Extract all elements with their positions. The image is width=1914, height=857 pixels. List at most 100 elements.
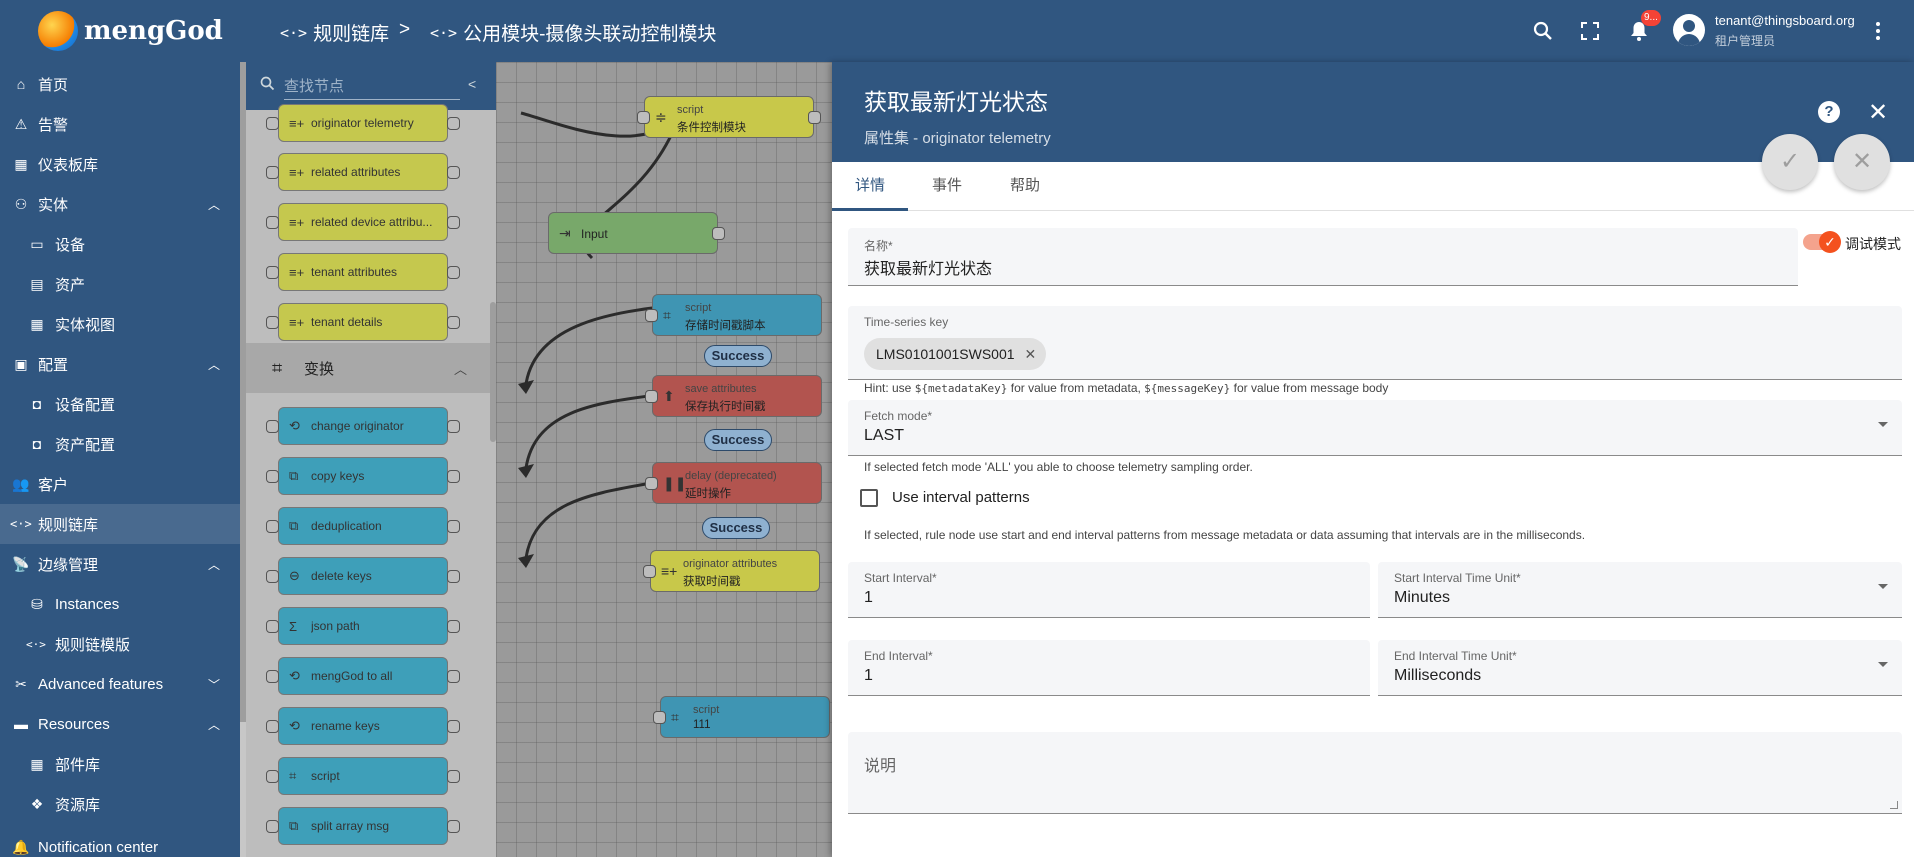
node-port[interactable] xyxy=(645,390,658,403)
node-port[interactable] xyxy=(645,309,658,322)
library-node[interactable]: ⊖ delete keys xyxy=(266,557,460,595)
sidebar-item-devices[interactable]: ▭ 设备 xyxy=(0,224,240,264)
sidebar-item-notification-center[interactable]: 🔔 Notification center xyxy=(0,827,240,857)
name-field[interactable]: 名称* 获取最新灯光状态 xyxy=(848,228,1798,286)
sidebar-item-customers[interactable]: 👥 客户 xyxy=(0,464,240,504)
node-port[interactable] xyxy=(447,770,460,783)
node-port[interactable] xyxy=(266,670,279,683)
library-node[interactable]: ≡+ related device attribu... xyxy=(266,203,460,241)
library-node[interactable]: ≡+ originator telemetry xyxy=(266,104,460,142)
canvas-node[interactable]: ⌗ script 存储时间戳脚本 xyxy=(645,294,822,336)
end-interval-input[interactable]: 1 xyxy=(864,667,873,685)
node-port[interactable] xyxy=(266,520,279,533)
tab-events[interactable]: 事件 xyxy=(908,162,986,210)
search-icon[interactable] xyxy=(1530,18,1556,44)
timeseries-key-field[interactable]: Time-series key LMS0101001SWS001 ✕ xyxy=(848,306,1902,380)
chip-remove-icon[interactable]: ✕ xyxy=(1025,346,1037,363)
library-node[interactable]: ⌗ script xyxy=(266,757,460,795)
node-port[interactable] xyxy=(447,820,460,833)
start-interval-input[interactable]: 1 xyxy=(864,589,873,607)
node-search-input[interactable] xyxy=(284,74,460,100)
canvas-node[interactable]: ≑ script 条件控制模块 xyxy=(637,96,821,138)
node-port[interactable] xyxy=(266,470,279,483)
canvas-node[interactable]: ≡+ originator attributes 获取时间戳 xyxy=(643,550,820,592)
tab-details[interactable]: 详情 xyxy=(832,162,908,210)
description-textarea[interactable]: 说明 xyxy=(848,732,1902,814)
node-port[interactable] xyxy=(645,477,658,490)
link-label-success[interactable]: Success xyxy=(702,517,770,539)
node-port[interactable] xyxy=(447,316,460,329)
library-node[interactable]: ≡+ tenant details xyxy=(266,303,460,341)
canvas-node[interactable]: ⌗ script 111 xyxy=(653,696,830,738)
sidebar-item-widgets-library[interactable]: ▦ 部件库 xyxy=(0,744,240,784)
node-port[interactable] xyxy=(447,420,460,433)
node-port[interactable] xyxy=(637,111,650,124)
link-label-success[interactable]: Success xyxy=(704,345,772,367)
library-node[interactable]: ⧉ copy keys xyxy=(266,457,460,495)
chevron-left-icon[interactable]: < xyxy=(468,76,476,92)
sidebar-item-alarms[interactable]: ⚠ 告警 xyxy=(0,104,240,144)
more-vert-icon[interactable] xyxy=(1868,18,1888,44)
node-port[interactable] xyxy=(447,670,460,683)
sidebar-item-rule-chain-templates[interactable]: <·> 规则链模版 xyxy=(0,624,240,664)
node-port[interactable] xyxy=(447,216,460,229)
library-node[interactable]: ⧉ deduplication xyxy=(266,507,460,545)
sidebar-item-home[interactable]: ⌂ 首页 xyxy=(0,64,240,104)
node-port[interactable] xyxy=(643,565,656,578)
sidebar-item-resources-library[interactable]: ❖ 资源库 xyxy=(0,784,240,824)
node-port[interactable] xyxy=(266,720,279,733)
library-node[interactable]: ⧉ split array msg xyxy=(266,807,460,845)
sidebar-item-advanced-features[interactable]: ✂ Advanced features ﹀ xyxy=(0,664,240,704)
node-port[interactable] xyxy=(266,420,279,433)
node-port[interactable] xyxy=(808,111,821,124)
tab-help[interactable]: 帮助 xyxy=(986,162,1064,210)
sidebar-item-resources[interactable]: ▬ Resources ︿ xyxy=(0,704,240,744)
sidebar-item-asset-profiles[interactable]: ◘ 资产配置 xyxy=(0,424,240,464)
library-node[interactable]: ⟲ change originator xyxy=(266,407,460,445)
help-icon[interactable]: ? xyxy=(1818,101,1840,123)
resize-handle[interactable] xyxy=(1890,801,1898,809)
node-port[interactable] xyxy=(266,770,279,783)
end-interval-field[interactable]: End Interval* 1 xyxy=(848,640,1370,696)
link-label-success[interactable]: Success xyxy=(704,429,772,451)
name-input[interactable]: 获取最新灯光状态 xyxy=(864,255,992,279)
sidebar-item-assets[interactable]: ▤ 资产 xyxy=(0,264,240,304)
canvas-node[interactable]: ⬆ save attributes 保存执行时间戳 xyxy=(645,375,822,417)
node-port[interactable] xyxy=(266,266,279,279)
use-interval-patterns-checkbox[interactable] xyxy=(860,489,878,507)
user-email[interactable]: tenant@thingsboard.org xyxy=(1715,13,1855,28)
sidebar-item-edge-management[interactable]: 📡 边缘管理 ︿ xyxy=(0,544,240,584)
library-node[interactable]: Σjson path xyxy=(266,607,460,645)
library-node[interactable]: ≡+ tenant attributes xyxy=(266,253,460,291)
node-port[interactable] xyxy=(266,620,279,633)
sidebar-item-profiles[interactable]: ▣ 配置 ︿ xyxy=(0,344,240,384)
start-interval-unit-select[interactable]: Start Interval Time Unit* Minutes xyxy=(1378,562,1902,618)
close-icon[interactable]: ✕ xyxy=(1868,98,1888,127)
canvas-node[interactable]: ❚❚ delay (deprecated) 延时操作 xyxy=(645,462,822,504)
node-port[interactable] xyxy=(447,117,460,130)
user-avatar[interactable] xyxy=(1673,14,1705,46)
sidebar-item-dashboards[interactable]: ▦ 仪表板库 xyxy=(0,144,240,184)
node-port[interactable] xyxy=(712,227,725,240)
node-port[interactable] xyxy=(447,520,460,533)
node-port[interactable] xyxy=(447,166,460,179)
transform-section-header[interactable]: ⌗ 变换 ︿ xyxy=(246,343,490,393)
breadcrumb-rule-chains[interactable]: <·> 规则链库 xyxy=(280,19,389,46)
node-port[interactable] xyxy=(266,820,279,833)
library-node[interactable]: ≡+ related attributes xyxy=(266,153,460,191)
node-port[interactable] xyxy=(266,570,279,583)
node-port[interactable] xyxy=(447,570,460,583)
library-node[interactable]: ⟲ rename keys xyxy=(266,707,460,745)
node-port[interactable] xyxy=(653,711,666,724)
node-port[interactable] xyxy=(447,266,460,279)
end-interval-unit-select[interactable]: End Interval Time Unit* Milliseconds xyxy=(1378,640,1902,696)
library-node[interactable]: ⟲ mengGod to all xyxy=(266,657,460,695)
fullscreen-icon[interactable] xyxy=(1577,18,1603,44)
sidebar-item-entities[interactable]: ⚇ 实体 ︿ xyxy=(0,184,240,224)
sidebar-item-rule-chains[interactable]: <·> 规则链库 xyxy=(0,504,240,544)
node-port[interactable] xyxy=(447,720,460,733)
sidebar-item-instances[interactable]: ⛁ Instances xyxy=(0,584,240,624)
node-port[interactable] xyxy=(266,117,279,130)
node-port[interactable] xyxy=(266,216,279,229)
node-port[interactable] xyxy=(266,166,279,179)
